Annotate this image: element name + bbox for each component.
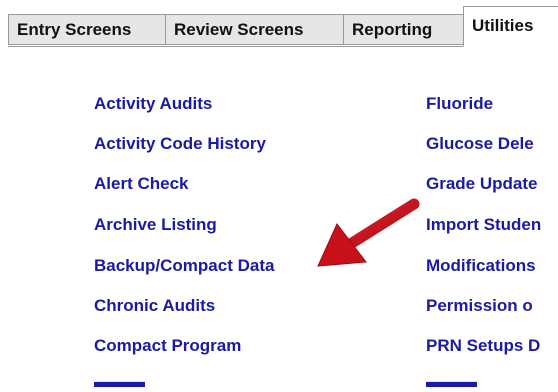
link-alert-check[interactable]: Alert Check [94, 174, 188, 194]
link-activity-code-history[interactable]: Activity Code History [94, 134, 266, 154]
tab-entry-screens[interactable]: Entry Screens [8, 14, 166, 45]
tab-bar: Entry Screens Review Screens Reporting U… [0, 0, 558, 48]
link-activity-audits[interactable]: Activity Audits [94, 94, 212, 114]
tab-utilities[interactable]: Utilities [463, 6, 558, 47]
link-chronic-audits[interactable]: Chronic Audits [94, 296, 215, 316]
link-modifications[interactable]: Modifications [426, 256, 536, 276]
link-archive-listing[interactable]: Archive Listing [94, 215, 217, 235]
link-import-studen[interactable]: Import Studen [426, 215, 541, 235]
link-permission-o[interactable]: Permission o [426, 296, 533, 316]
link-backup-compact-data[interactable]: Backup/Compact Data [94, 256, 274, 276]
link-grade-update[interactable]: Grade Update [426, 174, 537, 194]
tab-review-screens[interactable]: Review Screens [165, 14, 344, 45]
link-partial-right[interactable]: ▬▬▬ [426, 372, 477, 392]
link-fluoride[interactable]: Fluoride [426, 94, 493, 114]
link-glucose-dele[interactable]: Glucose Dele [426, 134, 534, 154]
link-prn-setups-d[interactable]: PRN Setups D [426, 336, 540, 356]
link-partial-left[interactable]: ▬▬▬ [94, 372, 145, 392]
link-compact-program[interactable]: Compact Program [94, 336, 241, 356]
arrow-shaft [346, 198, 420, 249]
arrow-head [317, 223, 367, 267]
tab-reporting[interactable]: Reporting [343, 14, 464, 45]
